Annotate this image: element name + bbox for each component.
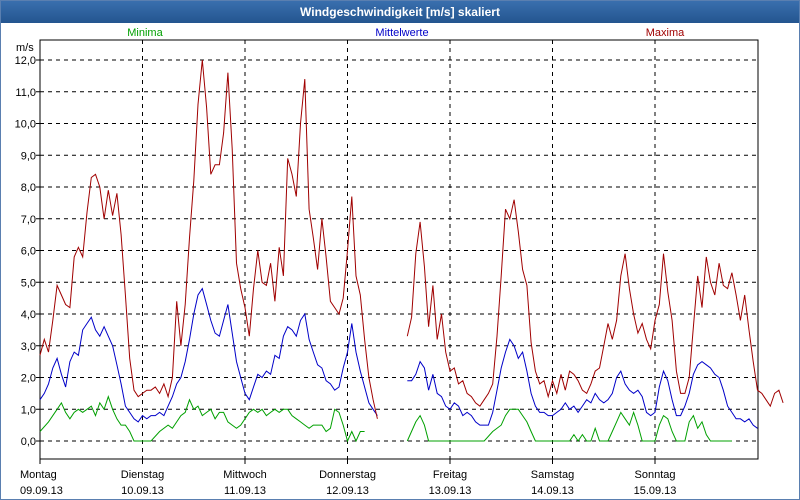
x-tick-day-label: Sonntag: [635, 469, 676, 481]
y-tick-label: 7,0: [21, 214, 36, 226]
y-axis-unit: m/s: [16, 42, 34, 54]
y-tick-label: 11,0: [15, 87, 36, 99]
plot-area: [39, 39, 759, 460]
legend-entry-mittelwerte: Mittelwerte: [375, 27, 428, 39]
y-tick-label: 12,0: [15, 55, 36, 67]
legend-entry-minima: Minima: [127, 27, 163, 39]
y-tick-label: 5,0: [21, 277, 36, 289]
legend: Minima Mittelwerte Maxima: [127, 27, 685, 39]
x-tick-date-label: 12.09.13: [326, 485, 369, 497]
x-tick-date-label: 15.09.13: [634, 485, 677, 497]
x-tick-day-label: Mittwoch: [223, 469, 266, 481]
x-tick-day-label: Freitag: [433, 469, 467, 481]
x-tick-date-label: 10.09.13: [121, 485, 164, 497]
y-tick-label: 10,0: [15, 119, 36, 131]
x-tick-day-label: Dienstag: [121, 469, 164, 481]
x-tick-date-label: 14.09.13: [531, 485, 574, 497]
y-tick-label: 8,0: [21, 182, 36, 194]
y-tick-label: 3,0: [21, 341, 36, 353]
y-tick-label: 0,0: [21, 436, 36, 448]
wind-speed-chart: 0,0 1,0 2,0 3,0 4,0 5,0 6,0 7,0 8,0 9,0 10,0 11,0 12…: [15, 27, 784, 497]
y-tick-label: 2,0: [21, 373, 36, 385]
x-tick-date-label: 09.09.13: [20, 485, 63, 497]
y-tick-label: 9,0: [21, 150, 36, 162]
x-tick-day-label: Montag: [20, 469, 57, 481]
legend-entry-maxima: Maxima: [646, 27, 685, 39]
x-tick-date-label: 13.09.13: [429, 485, 472, 497]
x-tick-date-label: 11.09.13: [224, 485, 266, 497]
y-tick-label: 1,0: [21, 404, 36, 416]
x-tick-day-label: Samstag: [531, 469, 574, 481]
y-tick-label: 6,0: [21, 246, 36, 258]
y-tick-label: 4,0: [21, 309, 36, 321]
x-tick-day-label: Donnerstag: [319, 469, 376, 481]
